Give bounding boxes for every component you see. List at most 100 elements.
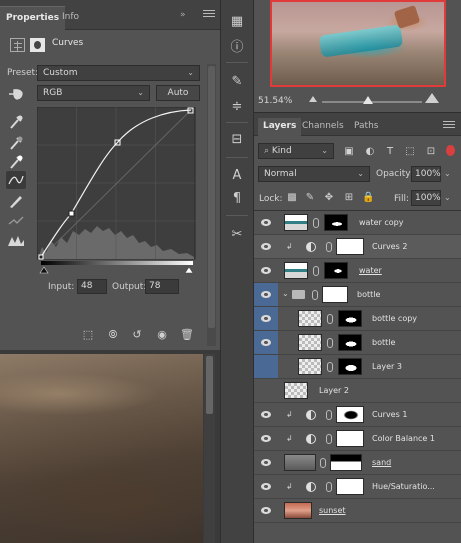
layer-kind-filter[interactable]: ⌕ Kind ⌄ <box>258 143 334 159</box>
eye-icon <box>261 267 271 274</box>
layer-row[interactable]: ↲ Color Balance 1 <box>254 427 461 451</box>
eyedropper-white-icon[interactable] <box>6 153 26 171</box>
chevron-down-icon[interactable]: ⌄ <box>444 193 451 202</box>
visibility-toggle[interactable] <box>254 379 278 402</box>
tab-paths[interactable]: Paths <box>349 118 383 136</box>
panel-collapse-icon[interactable]: » <box>180 10 185 20</box>
delete-icon[interactable]: 🗑 <box>177 327 197 343</box>
type-filter-icon[interactable]: T <box>383 145 397 158</box>
clipping-warning-icon[interactable] <box>6 232 26 250</box>
brush-presets-icon[interactable]: ✎ <box>227 72 247 92</box>
zoom-in-icon[interactable] <box>425 93 439 103</box>
adjustment-filter-icon[interactable]: ◐ <box>363 145 377 158</box>
layer-row[interactable]: bottle copy <box>254 307 461 331</box>
eye-icon <box>261 315 271 322</box>
pencil-draw-icon[interactable] <box>6 192 26 210</box>
visibility-toggle[interactable] <box>254 259 278 282</box>
visibility-toggle[interactable] <box>254 283 278 306</box>
visibility-toggle[interactable] <box>254 475 278 498</box>
channel-dropdown[interactable]: RGB ⌄ <box>37 85 150 101</box>
layer-group-row[interactable]: ⌄ bottle <box>254 283 461 307</box>
input-value-field[interactable]: 48 <box>77 279 107 294</box>
clone-source-icon[interactable]: ⊟ <box>227 130 247 150</box>
histogram-icon[interactable]: ▦ <box>227 12 247 32</box>
chevron-down-icon[interactable]: ⌄ <box>282 289 289 298</box>
zoom-out-icon[interactable] <box>309 96 317 102</box>
eye-icon <box>261 435 271 442</box>
strip-divider <box>226 122 248 123</box>
pixel-filter-icon[interactable]: ▣ <box>342 145 356 158</box>
auto-button[interactable]: Auto <box>156 85 200 101</box>
shape-filter-icon[interactable]: ⬚ <box>403 145 417 158</box>
layer-row[interactable]: bottle <box>254 331 461 355</box>
layer-row[interactable]: ↲ Hue/Saturatio... <box>254 475 461 499</box>
tab-info[interactable]: Info <box>56 6 85 30</box>
smooth-curve-icon[interactable] <box>6 212 26 230</box>
visibility-toggle[interactable] <box>254 331 278 354</box>
visibility-toggle[interactable] <box>254 403 278 426</box>
adjustments-icon[interactable]: ≑ <box>227 97 247 117</box>
clip-to-layer-icon[interactable]: ⬚ <box>78 327 98 343</box>
properties-scrollbar-thumb[interactable] <box>208 66 215 328</box>
smart-object-filter-icon[interactable]: ⊡ <box>424 145 438 158</box>
tool-presets-icon[interactable]: ✂ <box>227 225 247 245</box>
filter-toggle-icon[interactable] <box>446 145 455 156</box>
output-value-field[interactable]: 78 <box>145 279 179 294</box>
eyedropper-gray-icon[interactable] <box>6 134 26 152</box>
layer-row[interactable]: sand <box>254 451 461 475</box>
white-point-slider[interactable] <box>184 266 194 274</box>
tab-layers[interactable]: Layers <box>258 118 302 136</box>
mask-icon[interactable] <box>30 38 45 52</box>
document-canvas[interactable] <box>0 354 203 543</box>
layer-row[interactable]: ↲ Curves 2 <box>254 235 461 259</box>
eyedropper-black-icon[interactable] <box>6 113 26 131</box>
lock-image-icon[interactable]: ✎ <box>304 192 316 204</box>
visibility-toggle[interactable] <box>254 307 278 330</box>
layer-row[interactable]: water <box>254 259 461 283</box>
tab-channels[interactable]: Channels <box>297 118 349 136</box>
lock-artboard-icon[interactable]: ⊞ <box>343 192 355 204</box>
layer-row[interactable]: Layer 2 <box>254 379 461 403</box>
curves-graph[interactable] <box>37 107 197 275</box>
visibility-toggle[interactable] <box>254 451 278 474</box>
black-point-slider[interactable] <box>39 266 49 274</box>
character-icon[interactable]: A <box>227 166 247 186</box>
paragraph-icon[interactable]: ¶ <box>227 189 247 209</box>
blend-mode-dropdown[interactable]: Normal ⌄ <box>258 166 370 182</box>
info-icon[interactable]: ⓘ <box>227 38 247 58</box>
view-previous-icon[interactable]: ⦾ <box>103 327 123 343</box>
visibility-toggle[interactable] <box>254 235 278 258</box>
lock-all-icon[interactable]: 🔒 <box>362 192 374 204</box>
layer-row[interactable]: water copy <box>254 211 461 235</box>
link-icon <box>312 290 318 300</box>
fill-field[interactable]: 100% <box>411 190 441 206</box>
adjustment-icon[interactable] <box>10 38 25 52</box>
layer-row[interactable]: Layer 3 <box>254 355 461 379</box>
layer-row[interactable]: ↲ Curves 1 <box>254 403 461 427</box>
reset-icon[interactable]: ↺ <box>127 327 147 343</box>
preset-dropdown[interactable]: Custom ⌄ <box>37 65 200 81</box>
layer-name: water <box>359 266 382 275</box>
eye-icon <box>261 483 271 490</box>
curve-point-selected[interactable] <box>68 210 75 217</box>
chevron-down-icon[interactable]: ⌄ <box>444 169 451 178</box>
opacity-field[interactable]: 100% <box>411 166 441 182</box>
hand-target-icon[interactable] <box>8 87 26 101</box>
zoom-slider-knob[interactable] <box>363 96 373 104</box>
edit-points-icon[interactable] <box>6 171 26 189</box>
visibility-toggle[interactable] <box>254 355 278 378</box>
visibility-icon[interactable]: ◉ <box>152 327 172 343</box>
layer-row[interactable]: sunset <box>254 499 461 523</box>
visibility-toggle[interactable] <box>254 499 278 522</box>
visibility-toggle[interactable] <box>254 211 278 234</box>
canvas-scrollbar-thumb[interactable] <box>206 356 213 414</box>
visibility-toggle[interactable] <box>254 427 278 450</box>
panel-menu-icon[interactable] <box>203 10 215 19</box>
zoom-level[interactable]: 51.54% <box>258 96 292 106</box>
layer-name: Hue/Saturatio... <box>372 482 435 491</box>
lock-transparent-icon[interactable]: ▩ <box>286 192 298 204</box>
adjustment-layer-icon <box>306 410 316 420</box>
lock-position-icon[interactable]: ✥ <box>323 192 335 204</box>
curve-point-black[interactable] <box>38 254 44 260</box>
panel-menu-icon[interactable] <box>443 121 455 130</box>
